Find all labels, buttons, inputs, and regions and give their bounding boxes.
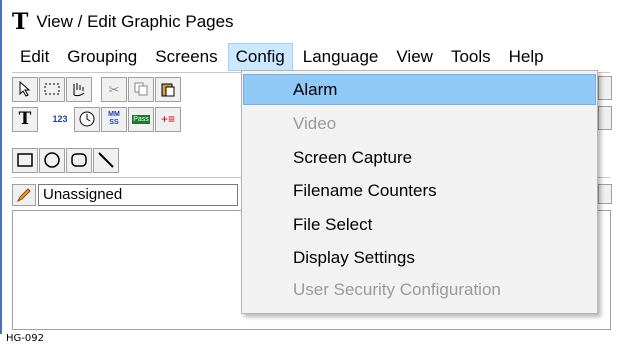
cut-icon: ✂ <box>108 81 120 97</box>
menu-item-screen-capture[interactable]: Screen Capture <box>243 142 596 173</box>
menu-item-user-security-configuration[interactable]: User Security Configuration <box>243 274 596 305</box>
layer-select[interactable]: Unassigned <box>38 184 238 206</box>
menu-config[interactable]: Config <box>227 43 293 71</box>
title-bar: T View / Edit Graphic Pages <box>12 8 234 36</box>
numeric-display-button[interactable]: 123 <box>47 107 73 132</box>
password-label: Pass <box>132 114 150 124</box>
menu-item-video[interactable]: Video <box>243 108 596 139</box>
menu-edit[interactable]: Edit <box>12 43 57 71</box>
menu-grouping[interactable]: Grouping <box>59 43 145 71</box>
menu-bar: Edit Grouping Screens Config Language Vi… <box>12 42 554 72</box>
toolbar-button-partial[interactable] <box>598 76 612 100</box>
text-tool-label: T <box>18 108 32 129</box>
numeric-display-label: 123 <box>52 113 68 124</box>
app-icon: T <box>12 9 29 35</box>
paste-button[interactable] <box>155 76 181 102</box>
marquee-select-icon <box>44 83 60 95</box>
circle-tool-button[interactable] <box>39 147 65 173</box>
cut-button[interactable]: ✂ <box>101 76 127 102</box>
layer-edit-button[interactable] <box>12 184 36 206</box>
config-dropdown-menu: Alarm Video Screen Capture Filename Coun… <box>241 70 598 314</box>
menu-item-file-select[interactable]: File Select <box>243 209 596 240</box>
list-add-button[interactable]: +≡ <box>155 106 181 132</box>
copy-icon <box>134 82 148 96</box>
text-tool-button[interactable]: T <box>12 106 38 132</box>
copy-button[interactable] <box>128 76 154 102</box>
paste-icon <box>161 83 175 97</box>
menu-screens[interactable]: Screens <box>147 43 225 71</box>
menu-language[interactable]: Language <box>295 43 387 71</box>
menu-item-alarm[interactable]: Alarm <box>243 74 596 105</box>
toolbar-button-partial[interactable] <box>598 106 612 130</box>
rounded-rectangle-tool-button[interactable] <box>66 147 92 173</box>
line-tool-button[interactable] <box>93 147 119 173</box>
toolbar-button-partial[interactable] <box>598 184 612 204</box>
layer-row: Unassigned <box>12 182 238 208</box>
rectangle-icon <box>17 153 33 167</box>
menu-item-display-settings[interactable]: Display Settings <box>243 242 596 273</box>
pencil-icon <box>16 188 31 203</box>
time-display-button[interactable]: MM SS <box>101 106 127 132</box>
pointer-tool-button[interactable] <box>12 76 38 102</box>
figure-id: HG-092 <box>6 333 44 344</box>
toolbar-row-2: T 123 MM SS Pass +≡ <box>12 105 182 133</box>
menu-item-filename-counters[interactable]: Filename Counters <box>243 175 596 206</box>
list-add-icon: +≡ <box>160 112 175 126</box>
marquee-select-button[interactable] <box>39 76 65 102</box>
clock-icon <box>79 111 95 127</box>
circle-icon <box>44 152 60 168</box>
time-display-label: MM SS <box>108 111 120 126</box>
toolbar-row-1: ✂ <box>12 75 182 103</box>
password-button[interactable]: Pass <box>128 106 154 132</box>
rounded-rectangle-icon <box>71 153 87 167</box>
window-border <box>0 0 2 334</box>
toolbar-row-3 <box>12 146 120 174</box>
hand-pan-icon <box>73 83 85 97</box>
window-title: View / Edit Graphic Pages <box>36 12 234 31</box>
clock-button[interactable] <box>74 106 100 132</box>
hand-pan-button[interactable] <box>66 76 92 102</box>
pointer-icon <box>19 81 31 97</box>
rectangle-tool-button[interactable] <box>12 147 38 173</box>
menu-help[interactable]: Help <box>501 43 552 71</box>
line-icon <box>98 152 114 168</box>
menu-view[interactable]: View <box>388 43 441 71</box>
menu-tools[interactable]: Tools <box>443 43 499 71</box>
